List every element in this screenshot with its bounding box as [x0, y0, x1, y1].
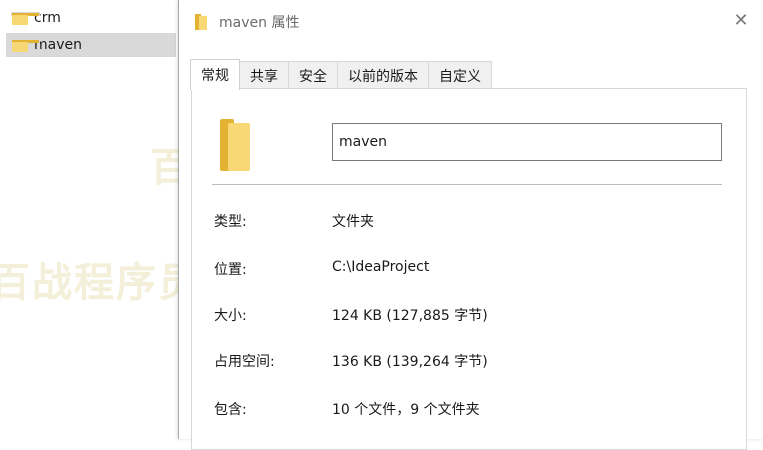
folder-icon — [195, 14, 207, 30]
contains-value: 10 个文件，9 个文件夹 — [332, 402, 480, 418]
list-item-maven[interactable]: maven — [6, 33, 176, 57]
list-item-crm[interactable]: crm — [6, 6, 176, 30]
title-bar[interactable]: maven 属性 ✕ — [179, 0, 763, 44]
tab-sharing[interactable]: 共享 — [239, 61, 289, 90]
properties-dialog: maven 属性 ✕ 常规 共享 安全 以前的版本 自定义 类型: 文件夹 位置… — [178, 0, 763, 450]
tab-general[interactable]: 常规 — [190, 59, 240, 90]
divider — [212, 184, 722, 185]
folder-icon — [11, 38, 40, 52]
general-panel: 类型: 文件夹 位置: C:\IdeaProject 大小: 124 KB (1… — [191, 88, 747, 450]
location-value: C:\IdeaProject — [332, 259, 430, 275]
folder-name-input[interactable] — [332, 123, 722, 161]
contains-label: 包含: — [214, 402, 247, 418]
tab-previous-versions[interactable]: 以前的版本 — [337, 61, 429, 90]
type-value: 文件夹 — [332, 214, 374, 230]
size-value: 124 KB (127,885 字节) — [332, 308, 488, 324]
type-label: 类型: — [214, 214, 247, 230]
folder-icon — [11, 11, 40, 25]
folder-icon — [220, 119, 250, 175]
dialog-title: maven 属性 — [219, 15, 300, 31]
file-explorer-list: crm maven — [0, 0, 180, 439]
size-on-disk-label: 占用空间: — [214, 354, 275, 370]
close-button[interactable]: ✕ — [718, 0, 763, 40]
size-label: 大小: — [214, 308, 247, 324]
location-label: 位置: — [214, 262, 247, 278]
close-icon: ✕ — [733, 9, 749, 31]
size-on-disk-value: 136 KB (139,264 字节) — [332, 354, 488, 370]
tab-security[interactable]: 安全 — [288, 61, 338, 90]
list-item-label: maven — [34, 37, 82, 53]
tab-bar: 常规 共享 安全 以前的版本 自定义 — [190, 59, 492, 90]
tab-customize[interactable]: 自定义 — [428, 61, 492, 90]
